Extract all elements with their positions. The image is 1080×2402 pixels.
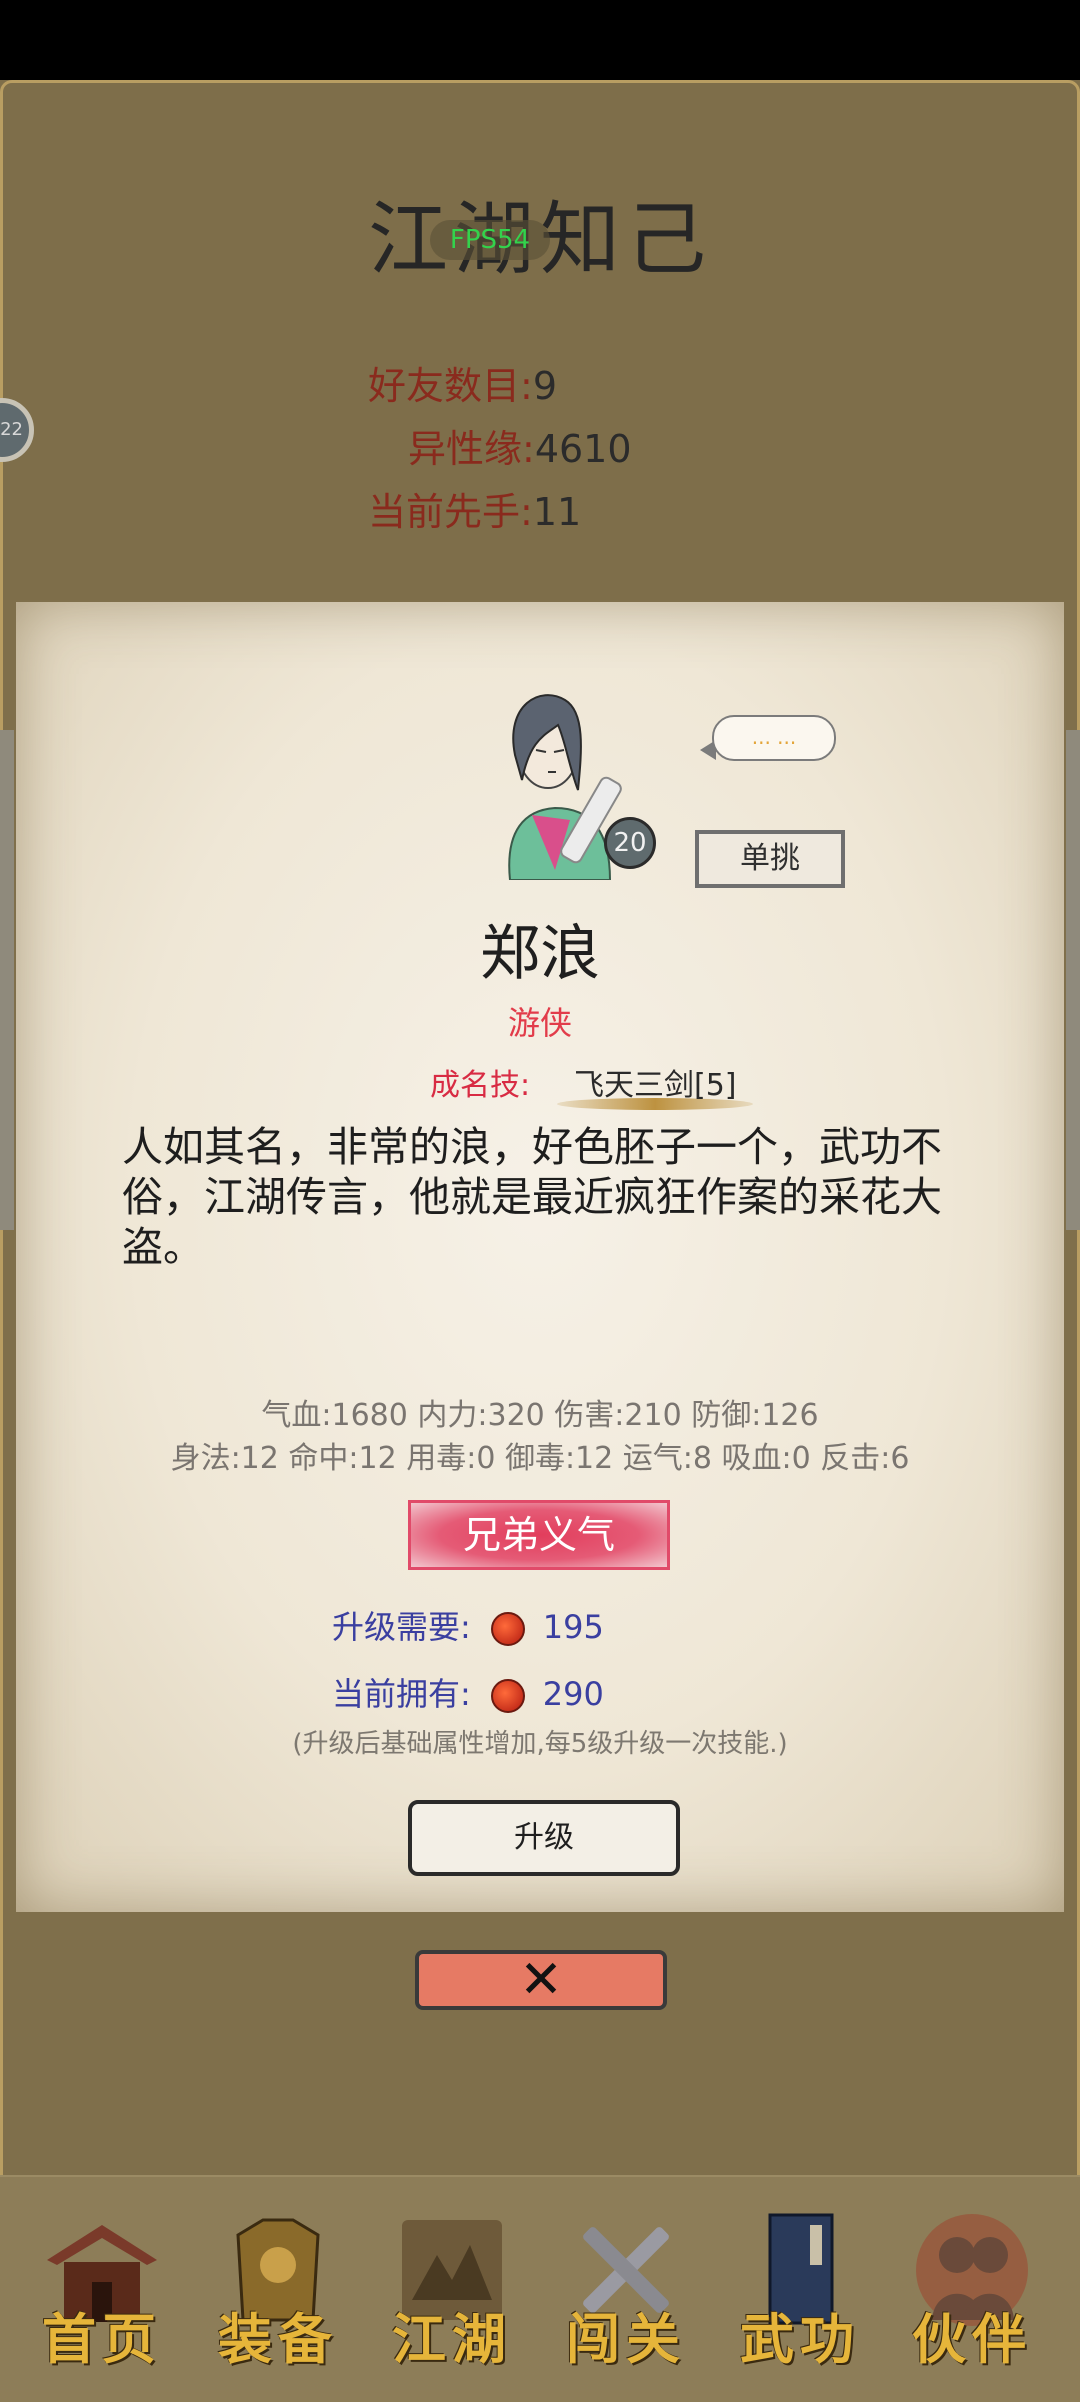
nav-label-equipment: 装备	[218, 2307, 338, 2371]
level-badge: 20	[604, 817, 656, 869]
friends-count: 好友数目:9	[368, 355, 557, 410]
charm-label: 异性缘:	[408, 427, 535, 471]
duel-button[interactable]: 单挑	[695, 830, 845, 888]
attributes-line-2: 身法:12 命中:12 用毒:0 御毒:12 运气:8 吸血:0 反击:6	[170, 1441, 910, 1476]
upgrade-button[interactable]: 升级	[408, 1800, 680, 1876]
nav-label-martial: 武功	[740, 2307, 860, 2371]
nav-item-home[interactable]: 首页	[22, 2200, 182, 2380]
famous-skill-label: 成名技:	[430, 1068, 531, 1103]
owned-label: 当前拥有:	[332, 1675, 471, 1713]
upgrade-cost-label: 升级需要:	[332, 1608, 471, 1646]
nav-item-equipment[interactable]: 装备	[198, 2200, 358, 2380]
nav-item-partners[interactable]: 伙伴	[892, 2200, 1052, 2380]
brotherhood-badge: 兄弟义气	[408, 1500, 670, 1570]
status-bar	[0, 0, 1080, 80]
fps-counter: FPS54	[430, 220, 550, 260]
speech-bubble[interactable]: ... ...	[712, 715, 836, 761]
upgrade-note: (升级后基础属性增加,每5级升级一次技能.)	[292, 1729, 788, 1759]
nav-label-challenge: 闯关	[566, 2307, 686, 2371]
nav-item-martial[interactable]: 武功	[720, 2200, 880, 2380]
gourd-icon	[490, 1612, 525, 1646]
companion-role: 游侠	[507, 1004, 572, 1042]
initiative-label: 当前先手:	[368, 490, 533, 534]
charm-stat: 异性缘:4610	[408, 418, 632, 473]
nav-label-jianghu: 江湖	[392, 2307, 512, 2371]
famous-skill-value[interactable]: 飞天三剑[5]	[574, 1060, 737, 1104]
nav-item-jianghu[interactable]: 江湖	[372, 2200, 532, 2380]
close-icon: ✕	[519, 1950, 563, 2010]
owned-value: 290	[542, 1675, 604, 1713]
charm-value: 4610	[534, 427, 632, 471]
close-button[interactable]: ✕	[415, 1950, 667, 2010]
upgrade-cost-value: 195	[542, 1608, 604, 1646]
attributes-line-1: 气血:1680 内力:320 伤害:210 防御:126	[261, 1398, 819, 1433]
owned-row: 当前拥有: 290	[332, 1669, 604, 1715]
companion-name: 郑浪	[480, 919, 600, 989]
friends-value: 9	[532, 364, 557, 408]
gourd-icon	[490, 1679, 525, 1713]
upgrade-cost-row: 升级需要: 195	[332, 1602, 604, 1648]
initiative-value: 11	[532, 490, 582, 534]
initiative-stat: 当前先手:11	[368, 481, 581, 536]
nav-item-challenge[interactable]: 闯关	[546, 2200, 706, 2380]
friends-label: 好友数目:	[368, 364, 533, 408]
companion-description: 人如其名，非常的浪，好色胚子一个，武功不俗，江湖传言，他就是最近疯狂作案的采花大…	[122, 1123, 942, 1271]
nav-label-partners: 伙伴	[912, 2307, 1032, 2371]
nav-label-home: 首页	[42, 2307, 162, 2371]
